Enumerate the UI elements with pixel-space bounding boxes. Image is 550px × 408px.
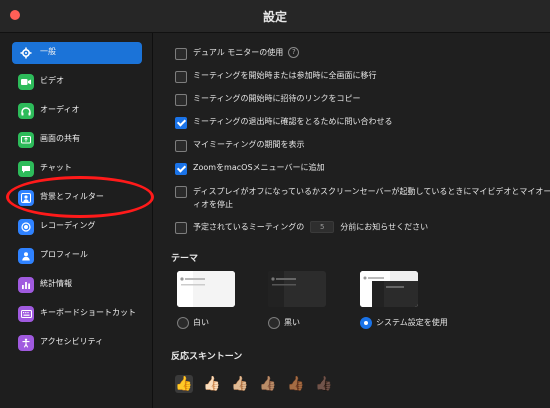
- sidebar-item-audio[interactable]: オーディオ: [12, 100, 142, 122]
- menubar-checkbox[interactable]: [175, 163, 187, 175]
- option-label: ディスプレイがオフになっているかスクリーンセーバーが起動しているときにマイビデオ…: [193, 187, 550, 209]
- video-icon: [18, 74, 34, 90]
- sidebar: 一般 ビデオ オーディオ 画面の共有 チャット 背景とフィルター レコーディング…: [0, 33, 153, 408]
- skin-tone-section-title: 反応スキントーン: [171, 352, 243, 362]
- theme-label: システム設定を使用: [376, 318, 448, 327]
- option-label: 予定されているミーティングの: [193, 222, 305, 232]
- screensaver-checkbox[interactable]: [175, 186, 187, 198]
- sidebar-item-general[interactable]: 一般: [12, 42, 142, 64]
- skin-tone-default[interactable]: 👍: [175, 375, 193, 393]
- copy-invite-checkbox[interactable]: [175, 94, 187, 106]
- skin-tone-light[interactable]: 👍🏻: [203, 375, 221, 393]
- theme-dark-radio[interactable]: [268, 317, 280, 329]
- theme-label: 黒い: [284, 318, 300, 327]
- title-bar: 設定: [0, 0, 550, 33]
- skin-tone-medium-dark[interactable]: 👍🏾: [287, 375, 305, 393]
- reminder-minutes-stepper[interactable]: 5: [310, 221, 335, 233]
- accessibility-icon: [18, 335, 34, 351]
- gear-icon: [18, 45, 34, 61]
- option-label: デュアル モニターの使用: [193, 48, 284, 57]
- theme-system-radio[interactable]: [360, 317, 372, 329]
- option-label: 分前にお知らせください: [340, 222, 429, 232]
- fullscreen-checkbox[interactable]: [175, 71, 187, 83]
- sidebar-item-label: 画面の共有: [40, 134, 80, 143]
- theme-dark-preview[interactable]: [268, 271, 326, 307]
- option-label: ミーティングの退出時に確認をとるために問い合わせる: [193, 117, 393, 126]
- stats-icon: [18, 277, 34, 293]
- option-label: ZoomをmacOSメニューバーに追加: [193, 163, 325, 172]
- sidebar-item-label: 背景とフィルター: [40, 192, 104, 201]
- meeting-duration-checkbox[interactable]: [175, 140, 187, 152]
- settings-content: デュアル モニターの使用? ミーティングを開始時または参加時に全画面に移行 ミー…: [153, 33, 550, 408]
- sidebar-item-label: プロフィール: [40, 250, 88, 259]
- settings-window: 設定 一般 ビデオ オーディオ 画面の共有 チャット 背景とフィルター レコーデ…: [0, 0, 550, 408]
- sidebar-item-recording[interactable]: レコーディング: [12, 216, 142, 238]
- headphone-icon: [18, 103, 34, 119]
- sidebar-item-video[interactable]: ビデオ: [12, 71, 142, 93]
- profile-icon: [18, 248, 34, 264]
- sidebar-item-share-screen[interactable]: 画面の共有: [12, 129, 142, 151]
- sidebar-item-background-filter[interactable]: 背景とフィルター: [12, 187, 142, 209]
- dual-monitor-checkbox[interactable]: [175, 48, 187, 60]
- sidebar-item-statistics[interactable]: 統計情報: [12, 274, 142, 296]
- skin-tone-dark[interactable]: 👍🏿: [315, 375, 333, 393]
- theme-system-preview[interactable]: [360, 271, 418, 307]
- theme-light-radio[interactable]: [177, 317, 189, 329]
- option-label: ミーティングの開始時に招待のリンクをコピー: [193, 94, 361, 103]
- share-screen-icon: [18, 132, 34, 148]
- sidebar-item-accessibility[interactable]: アクセシビリティ: [12, 332, 142, 354]
- chat-icon: [18, 161, 34, 177]
- theme-section-title: テーマ: [171, 254, 199, 264]
- sidebar-item-label: チャット: [40, 163, 72, 172]
- sidebar-item-label: オーディオ: [40, 105, 80, 114]
- help-icon[interactable]: ?: [288, 47, 300, 58]
- person-background-icon: [18, 190, 34, 206]
- record-icon: [18, 219, 34, 235]
- sidebar-item-label: アクセシビリティ: [40, 337, 104, 346]
- sidebar-item-label: レコーディング: [40, 221, 96, 230]
- sidebar-item-keyboard-shortcuts[interactable]: キーボードショートカット: [12, 303, 142, 325]
- keyboard-icon: [18, 306, 34, 322]
- sidebar-item-profile[interactable]: プロフィール: [12, 245, 142, 267]
- window-title: 設定: [262, 10, 287, 24]
- sidebar-item-label: 一般: [40, 47, 56, 56]
- confirm-leave-checkbox[interactable]: [175, 117, 187, 129]
- theme-light-preview[interactable]: [177, 271, 235, 307]
- sidebar-item-label: キーボードショートカット: [40, 308, 136, 317]
- sidebar-item-label: ビデオ: [40, 76, 64, 85]
- skin-tone-medium-light[interactable]: 👍🏼: [231, 375, 249, 393]
- theme-label: 白い: [193, 318, 209, 327]
- option-label: ミーティングを開始時または参加時に全画面に移行: [193, 71, 377, 80]
- skin-tone-medium[interactable]: 👍🏽: [259, 375, 277, 393]
- option-label: マイミーティングの期間を表示: [193, 140, 305, 149]
- sidebar-item-label: 統計情報: [40, 279, 72, 288]
- sidebar-item-chat[interactable]: チャット: [12, 158, 142, 180]
- reminder-checkbox[interactable]: [175, 222, 187, 234]
